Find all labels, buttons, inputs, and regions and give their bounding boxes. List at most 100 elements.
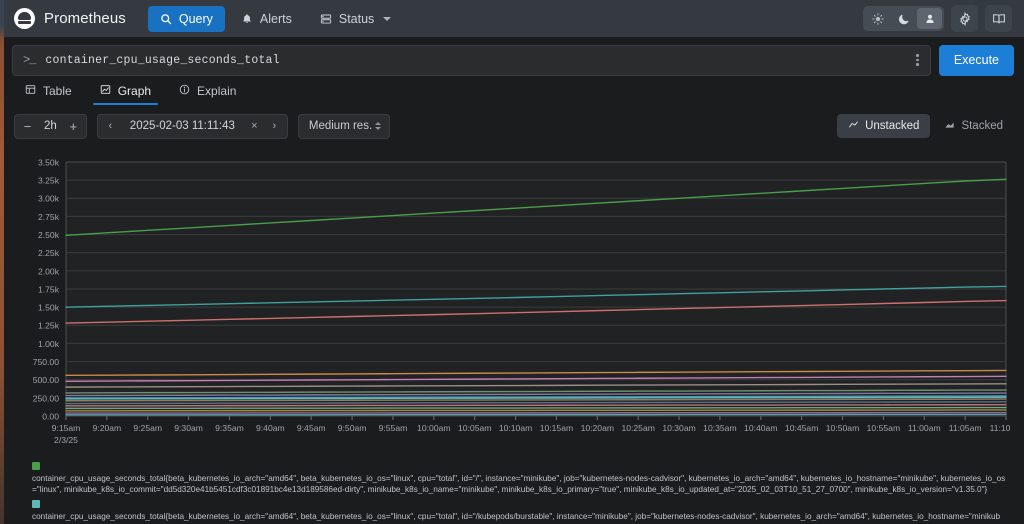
tab-explain-label: Explain (197, 84, 236, 98)
svg-text:250.00: 250.00 (33, 393, 60, 403)
svg-text:10:55am: 10:55am (867, 423, 900, 433)
query-input[interactable]: container_cpu_usage_seconds_total (45, 54, 903, 67)
graph-panel[interactable]: 0.00250.00500.00750.001.00k1.25k1.50k1.7… (14, 148, 1010, 460)
resolution-select[interactable]: Medium res. (298, 114, 390, 139)
svg-text:1.00k: 1.00k (38, 339, 60, 349)
legend-swatch (32, 500, 40, 508)
kebab-menu-icon[interactable] (913, 50, 922, 70)
theme-toggle-group (863, 6, 944, 31)
graph-controls: − 2h + ‹ 2025-02-03 11:11:43 × › Medium … (0, 112, 1024, 140)
stacked-label: Stacked (961, 120, 1003, 132)
line-chart-icon (848, 119, 859, 133)
svg-text:3.00k: 3.00k (38, 194, 60, 204)
search-icon (160, 13, 172, 25)
nav-item-alerts-label: Alerts (260, 12, 292, 26)
range-increase-button[interactable]: + (64, 116, 83, 137)
svg-text:11:00am: 11:00am (908, 423, 941, 433)
tab-table-label: Table (43, 84, 72, 98)
range-control: − 2h + (14, 114, 87, 139)
legend-item[interactable]: container_cpu_usage_seconds_total{beta_k… (14, 500, 1014, 524)
legend-series-label: container_cpu_usage_seconds_total{beta_k… (32, 511, 1007, 524)
legend-series-label: container_cpu_usage_seconds_total{beta_k… (32, 473, 1007, 495)
legend-swatch (32, 462, 40, 470)
svg-text:10:45am: 10:45am (785, 423, 818, 433)
timeseries-chart[interactable]: 0.00250.00500.00750.001.00k1.25k1.50k1.7… (14, 148, 1010, 460)
legend-item[interactable]: container_cpu_usage_seconds_total{beta_k… (14, 462, 1014, 495)
nav-item-alerts[interactable]: Alerts (229, 6, 304, 32)
gear-icon[interactable] (951, 5, 978, 32)
chevron-down-icon (383, 17, 391, 21)
navbar-right-actions (863, 5, 1012, 32)
range-decrease-button[interactable]: − (18, 116, 37, 137)
time-clear-button[interactable]: × (246, 116, 263, 137)
svg-text:0.00: 0.00 (42, 411, 59, 421)
svg-text:3.50k: 3.50k (38, 157, 60, 167)
svg-text:10:25am: 10:25am (621, 423, 654, 433)
graph-icon (100, 84, 111, 98)
nav-item-query[interactable]: Query (148, 6, 225, 32)
time-control: ‹ 2025-02-03 11:11:43 × › (97, 114, 288, 139)
svg-text:9:30am: 9:30am (174, 423, 203, 433)
query-input-wrapper[interactable]: >_ container_cpu_usage_seconds_total (12, 45, 931, 76)
svg-text:10:40am: 10:40am (744, 423, 777, 433)
brand[interactable]: Prometheus (14, 8, 126, 29)
time-prev-button[interactable]: ‹ (102, 116, 119, 137)
tab-table[interactable]: Table (14, 81, 83, 105)
svg-text:10:20am: 10:20am (581, 423, 614, 433)
svg-text:11:05am: 11:05am (949, 423, 982, 433)
person-auto-icon[interactable] (917, 8, 942, 29)
left-edge-strip (0, 0, 4, 524)
info-icon (179, 84, 190, 98)
tab-graph-label: Graph (118, 84, 151, 98)
svg-text:10:10am: 10:10am (499, 423, 532, 433)
svg-text:9:40am: 9:40am (256, 423, 285, 433)
end-time-input[interactable]: 2025-02-03 11:11:43 (122, 120, 243, 132)
svg-text:9:15am: 9:15am (52, 423, 81, 433)
nav-item-query-label: Query (179, 12, 213, 26)
svg-text:9:35am: 9:35am (215, 423, 244, 433)
svg-text:11:10am: 11:10am (990, 423, 1010, 433)
stacked-button[interactable]: Stacked (933, 114, 1014, 138)
unstacked-button[interactable]: Unstacked (837, 114, 930, 138)
navbar: Prometheus Query Alerts (0, 0, 1024, 37)
resolution-value: Medium res. (309, 120, 372, 132)
nav-item-status[interactable]: Status (308, 6, 403, 32)
svg-text:750.00: 750.00 (33, 357, 60, 367)
range-value[interactable]: 2h (39, 120, 62, 132)
svg-text:9:25am: 9:25am (133, 423, 162, 433)
nav-item-status-label: Status (339, 12, 374, 26)
svg-text:10:50am: 10:50am (826, 423, 859, 433)
execute-button[interactable]: Execute (939, 45, 1014, 76)
bell-icon (241, 13, 253, 25)
sun-icon[interactable] (865, 8, 890, 29)
terminal-prompt-icon: >_ (23, 53, 35, 67)
moon-icon[interactable] (891, 8, 916, 29)
nav-items: Query Alerts Status (148, 6, 403, 32)
svg-text:500.00: 500.00 (33, 375, 60, 385)
svg-text:10:30am: 10:30am (662, 423, 695, 433)
server-icon (320, 13, 332, 25)
area-chart-icon (944, 119, 955, 133)
table-icon (25, 84, 36, 98)
svg-text:3.25k: 3.25k (38, 176, 60, 186)
stepper-icon (375, 122, 381, 130)
svg-text:10:15am: 10:15am (540, 423, 573, 433)
svg-text:9:20am: 9:20am (93, 423, 122, 433)
unstacked-label: Unstacked (865, 120, 919, 132)
svg-text:1.75k: 1.75k (38, 284, 60, 294)
svg-text:9:50am: 9:50am (338, 423, 367, 433)
svg-text:1.50k: 1.50k (38, 303, 60, 313)
stacking-toggle-group: Unstacked Stacked (837, 114, 1014, 138)
svg-text:10:05am: 10:05am (458, 423, 491, 433)
query-row: >_ container_cpu_usage_seconds_total Exe… (0, 44, 1024, 76)
book-icon[interactable] (985, 5, 1012, 32)
svg-text:2.00k: 2.00k (38, 266, 60, 276)
tab-graph[interactable]: Graph (89, 81, 162, 105)
time-next-button[interactable]: › (266, 116, 283, 137)
svg-text:9:45am: 9:45am (297, 423, 326, 433)
svg-text:10:35am: 10:35am (703, 423, 736, 433)
result-tabs: Table Graph Explain (0, 80, 1024, 106)
svg-text:2.25k: 2.25k (38, 248, 60, 258)
tab-explain[interactable]: Explain (168, 81, 247, 105)
series-legend: container_cpu_usage_seconds_total{beta_k… (14, 462, 1014, 524)
